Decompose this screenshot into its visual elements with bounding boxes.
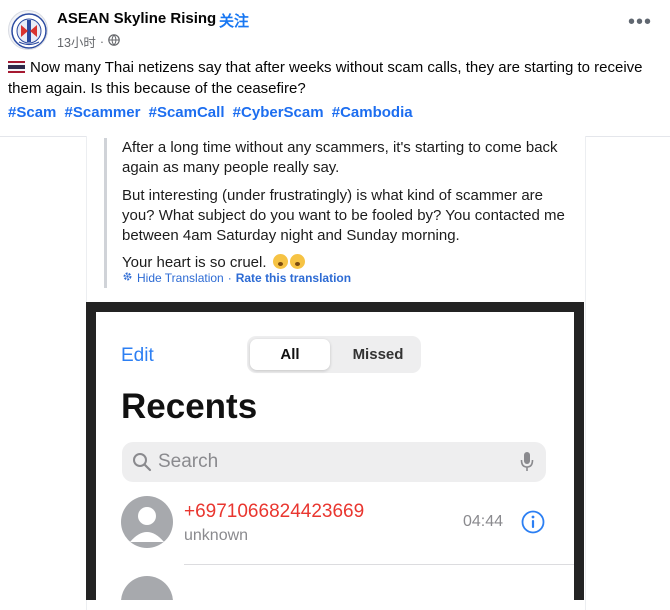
edit-button[interactable]: Edit: [121, 345, 154, 367]
search-placeholder: Search: [158, 451, 219, 472]
tab-all[interactable]: All: [250, 339, 330, 370]
sad-face-emoji-icon: [289, 254, 305, 269]
more-options-icon[interactable]: •••: [628, 12, 652, 32]
hashtag-link[interactable]: #Cambodia: [332, 104, 413, 121]
follow-button[interactable]: · 关注: [210, 10, 249, 31]
post-meta: 13小时 ·: [57, 32, 120, 51]
sad-face-emoji-icon: [272, 254, 288, 269]
globe-icon: [108, 34, 120, 49]
hashtag-link[interactable]: #ScamCall: [149, 104, 225, 121]
caption-text: Now many Thai netizens say that after we…: [8, 59, 643, 97]
gear-icon: [122, 271, 133, 285]
hashtag-link[interactable]: #CyberScam: [233, 104, 324, 121]
quote-bar: [104, 138, 107, 288]
contact-avatar: [121, 576, 173, 600]
phone-screen: Edit All Missed Recents Search +69710668…: [96, 312, 574, 600]
page-name[interactable]: ASEAN Skyline Rising: [57, 10, 216, 27]
follow-label[interactable]: 关注: [219, 13, 249, 30]
post-header: ASEAN Skyline Rising · 关注 13小时 · •••: [0, 0, 670, 56]
page-avatar[interactable]: [8, 10, 48, 50]
hashtag-link[interactable]: #Scam: [8, 104, 56, 121]
microphone-icon[interactable]: [520, 451, 534, 478]
translation-controls: Hide Translation · Rate this translation: [122, 271, 351, 285]
hashtag-link[interactable]: #Scammer: [65, 104, 141, 121]
search-icon: [132, 452, 152, 477]
comment-paragraph: After a long time without any scammers, …: [122, 139, 558, 176]
call-time: 04:44: [463, 513, 504, 530]
post-timestamp[interactable]: 13小时: [57, 32, 96, 51]
follow-separator: ·: [210, 13, 215, 30]
call-type: unknown: [184, 527, 249, 544]
post-caption: Now many Thai netizens say that after we…: [8, 57, 664, 99]
comment-paragraph: But interesting (under frustratingly) is…: [122, 187, 565, 244]
thailand-flag-icon: [8, 58, 25, 73]
tab-missed[interactable]: Missed: [339, 339, 417, 370]
search-field[interactable]: Search: [122, 442, 546, 482]
translation-dot: ·: [227, 271, 232, 285]
call-number[interactable]: +6971066824423669: [184, 501, 364, 523]
meta-dot: ·: [99, 34, 105, 49]
rate-translation-link[interactable]: Rate this translation: [236, 271, 351, 285]
hashtag-list: #Scam #Scammer #ScamCall #CyberScam #Cam…: [8, 104, 417, 121]
info-icon[interactable]: [521, 510, 545, 539]
recents-filter-segmented-control: All Missed: [247, 336, 421, 373]
contact-avatar: [121, 496, 173, 548]
page-title: Recents: [121, 387, 258, 426]
comment-paragraph: Your heart is so cruel.: [122, 253, 572, 273]
hide-translation-link[interactable]: Hide Translation: [137, 271, 224, 285]
row-separator: [184, 564, 574, 565]
comment-last-line: Your heart is so cruel.: [122, 254, 267, 271]
